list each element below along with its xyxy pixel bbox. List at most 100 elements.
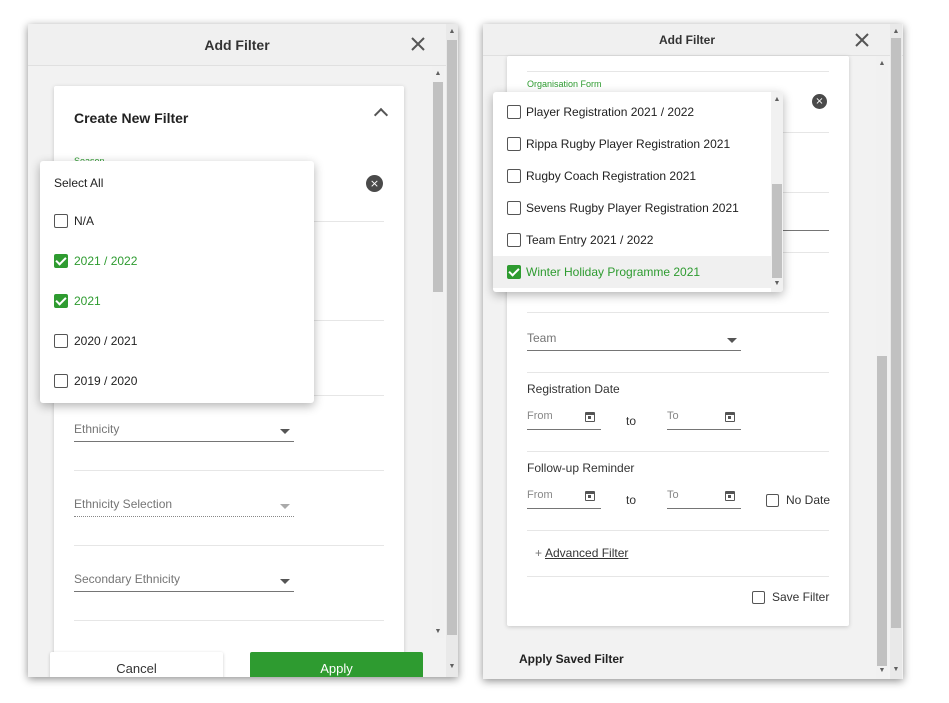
team-placeholder: Team [527, 331, 557, 345]
dialog-header: Add Filter [28, 24, 458, 66]
checkbox-icon[interactable] [507, 105, 521, 119]
option-item[interactable]: 2021 / 2022 [40, 245, 314, 277]
outer-scrollbar-thumb[interactable] [891, 38, 901, 628]
option-item[interactable]: Rugby Coach Registration 2021 [493, 160, 771, 192]
dropdown-scrollbar[interactable]: ▲ ▼ [771, 92, 783, 292]
checkbox-checked-icon[interactable] [54, 254, 68, 268]
scroll-up-icon[interactable]: ▲ [771, 94, 783, 106]
scrollbar[interactable]: ▲ ▼ [876, 56, 888, 679]
option-item[interactable]: N/A [40, 205, 314, 237]
option-label: Team Entry 2021 / 2022 [526, 233, 654, 247]
scroll-up-icon[interactable]: ▲ [876, 58, 888, 70]
option-label: 2021 [74, 294, 101, 308]
checkbox-icon[interactable] [507, 201, 521, 215]
registration-date-to[interactable]: To [667, 410, 741, 430]
advanced-filter-link[interactable]: Advanced Filter [545, 546, 628, 560]
option-label: Sevens Rugby Player Registration 2021 [526, 201, 739, 215]
outer-scrollbar[interactable]: ▲ ▼ [890, 24, 902, 679]
apply-saved-filter-title: Apply Saved Filter [519, 652, 624, 666]
divider [74, 470, 384, 471]
divider [782, 192, 829, 193]
select-all-label: Select All [54, 176, 104, 190]
add-filter-dialog-right: Add Filter ▲ ▼ ▲ ▼ Organisation Form × T… [483, 24, 903, 679]
dialog-header: Add Filter [483, 24, 903, 56]
option-label: 2021 / 2022 [74, 254, 138, 268]
add-filter-dialog-left: Add Filter ▲ ▼ ▲ ▼ Create New Filter Sea… [28, 24, 458, 677]
option-item[interactable]: Winter Holiday Programme 2021 [493, 256, 771, 288]
option-label: Rugby Coach Registration 2021 [526, 169, 697, 183]
organisation-form-label: Organisation Form [527, 79, 602, 89]
outer-scroll-up-icon[interactable]: ▲ [890, 26, 902, 38]
plus-icon: + [535, 546, 543, 560]
followup-reminder-label: Follow-up Reminder [527, 461, 635, 475]
scroll-up-icon[interactable]: ▲ [432, 68, 444, 80]
outer-scroll-up-icon[interactable]: ▲ [446, 26, 458, 38]
divider [527, 451, 829, 452]
option-item[interactable]: Player Registration 2021 / 2022 [493, 96, 771, 128]
divider [74, 545, 384, 546]
caret-down-icon [280, 429, 290, 434]
option-item[interactable]: 2020 / 2021 [40, 325, 314, 357]
clear-icon[interactable]: × [812, 94, 827, 109]
secondary-ethnicity-select[interactable]: Secondary Ethnicity [74, 570, 294, 592]
no-date-checkbox[interactable] [766, 494, 779, 507]
calendar-icon[interactable] [585, 491, 595, 501]
divider [782, 132, 829, 133]
registration-date-from[interactable]: From [527, 410, 601, 430]
option-item[interactable]: Sevens Rugby Player Registration 2021 [493, 192, 771, 224]
scrollbar[interactable]: ▲ ▼ [432, 66, 444, 638]
option-item[interactable]: Team Entry 2021 / 2022 [493, 224, 771, 256]
outer-scrollbar[interactable]: ▲ ▼ [446, 24, 458, 677]
option-label: Rippa Rugby Player Registration 2021 [526, 137, 731, 151]
apply-button[interactable]: Apply [250, 652, 423, 677]
outer-scroll-down-icon[interactable]: ▼ [446, 661, 458, 673]
divider [527, 372, 829, 373]
checkbox-icon[interactable] [54, 214, 68, 228]
calendar-icon[interactable] [725, 491, 735, 501]
divider [527, 576, 829, 577]
clear-icon[interactable]: × [366, 175, 383, 192]
option-label: Player Registration 2021 / 2022 [526, 105, 695, 119]
close-icon[interactable] [408, 34, 428, 54]
checkbox-checked-icon[interactable] [54, 294, 68, 308]
checkbox-checked-icon[interactable] [507, 265, 521, 279]
chevron-up-icon[interactable] [373, 107, 389, 123]
close-icon[interactable] [852, 30, 872, 50]
caret-down-icon [727, 338, 737, 343]
checkbox-icon[interactable] [54, 334, 68, 348]
checkbox-icon[interactable] [507, 137, 521, 151]
outer-scroll-down-icon[interactable]: ▼ [890, 664, 902, 676]
calendar-icon[interactable] [725, 412, 735, 422]
calendar-icon[interactable] [585, 412, 595, 422]
cancel-button[interactable]: Cancel [50, 652, 223, 677]
scroll-down-icon[interactable]: ▼ [432, 626, 444, 638]
option-item[interactable]: 2019 / 2020 [40, 365, 314, 397]
to-text: to [626, 493, 637, 507]
ethnicity-select[interactable]: Ethnicity [74, 420, 294, 442]
scrollbar-thumb[interactable] [433, 82, 443, 292]
team-select[interactable]: Team [527, 329, 741, 351]
outer-scrollbar-thumb[interactable] [447, 40, 457, 635]
dialog-title: Add Filter [659, 33, 715, 47]
scrollbar-thumb[interactable] [877, 356, 887, 666]
checkbox-icon[interactable] [54, 374, 68, 388]
scroll-down-icon[interactable]: ▼ [876, 665, 888, 677]
from-placeholder: From [527, 489, 553, 501]
option-label: Winter Holiday Programme 2021 [526, 265, 701, 279]
ethnicity-selection-select: Ethnicity Selection [74, 495, 294, 517]
option-item[interactable]: Rippa Rugby Player Registration 2021 [493, 128, 771, 160]
option-item[interactable]: 2021 [40, 285, 314, 317]
option-label: N/A [74, 214, 95, 228]
checkbox-icon[interactable] [507, 233, 521, 247]
followup-date-to[interactable]: To [667, 489, 741, 509]
checkbox-icon[interactable] [507, 169, 521, 183]
ethnicity-selection-placeholder: Ethnicity Selection [74, 497, 173, 511]
option-label: 2019 / 2020 [74, 374, 138, 388]
save-filter-checkbox[interactable] [752, 591, 765, 604]
select-all-option[interactable]: Select All [40, 167, 314, 199]
season-dropdown: Select All N/A 2021 / 2022 2021 2020 / 2021… [40, 161, 314, 403]
scroll-down-icon[interactable]: ▼ [771, 278, 783, 290]
scrollbar-thumb[interactable] [772, 184, 782, 278]
caret-down-icon [280, 579, 290, 584]
followup-date-from[interactable]: From [527, 489, 601, 509]
